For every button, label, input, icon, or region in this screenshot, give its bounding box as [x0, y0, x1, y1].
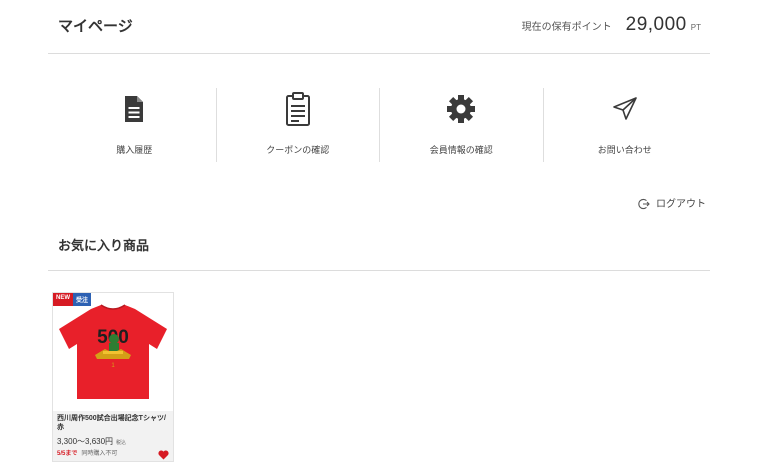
menu-label-member-info: 会員情報の確認 [429, 145, 493, 155]
paper-plane-icon [612, 91, 638, 127]
menu-label-contact: お問い合わせ [597, 145, 652, 155]
product-info: 西川周作500試合出場記念Tシャツ/赤 3,300～3,630円 税込 5/5ま… [53, 411, 173, 461]
menu-item-member-info[interactable]: 会員情報の確認 [379, 88, 543, 162]
page-header: マイページ 現在の保有ポイント 29,000 PT [58, 0, 710, 54]
page-title: マイページ [58, 18, 133, 35]
product-tax-label: 税込 [116, 440, 127, 446]
header-divider [48, 53, 710, 54]
badge-order: 受注 [73, 293, 92, 306]
logout-link[interactable]: ログアウト [638, 195, 706, 210]
favorites-title: お気に入り商品 [58, 238, 150, 253]
clipboard-icon [285, 91, 311, 127]
menu-label-purchase-history: 購入履歴 [116, 145, 153, 155]
product-card[interactable]: 500 1 NEW 受注 西川周作500試合出場記念Tシャツ/赤 3,300～3… [52, 292, 174, 462]
points-value: 29,000 [625, 14, 687, 35]
product-name[interactable]: 西川周作500試合出場記念Tシャツ/赤 [57, 414, 169, 433]
product-image[interactable]: 500 1 NEW 受注 [53, 293, 173, 411]
favorites-divider [48, 270, 710, 271]
badge-new: NEW [53, 293, 73, 306]
product-meta: 5/5まで 同時購入不可 [57, 448, 169, 457]
points-unit: PT [690, 23, 701, 32]
menu-item-purchase-history[interactable]: 購入履歴 [53, 88, 216, 162]
product-badges: NEW 受注 [53, 293, 92, 306]
menu-item-contact[interactable]: お問い合わせ [542, 88, 707, 162]
points-display: 現在の保有ポイント 29,000 PT [522, 14, 701, 36]
product-deadline: 5/5まで [57, 451, 78, 457]
logout-label: ログアウト [656, 199, 706, 210]
product-price: 3,300～3,630円 [57, 437, 114, 446]
product-price-row: 3,300～3,630円 税込 [57, 436, 169, 447]
document-icon [123, 91, 145, 127]
mypage-menu: 購入履歴 クーポンの確認 会員情報の確認 お問い合わせ [53, 88, 706, 162]
product-note: 同時購入不可 [81, 451, 118, 457]
points-label: 現在の保有ポイント [521, 22, 612, 33]
menu-item-coupons[interactable]: クーポンの確認 [215, 88, 380, 162]
menu-label-coupons: クーポンの確認 [266, 145, 330, 155]
favorite-heart-icon[interactable] [158, 447, 169, 460]
gear-icon [446, 91, 476, 127]
logout-icon [638, 197, 650, 209]
